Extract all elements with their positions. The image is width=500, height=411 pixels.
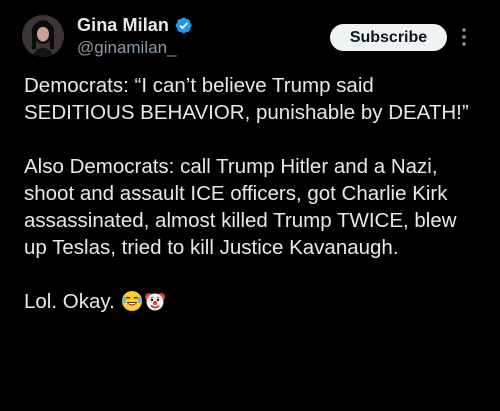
verified-badge-icon — [174, 16, 193, 35]
subscribe-button[interactable]: Subscribe — [330, 24, 447, 51]
vertical-ellipsis-icon[interactable] — [461, 27, 467, 47]
tweet-paragraph: Also Democrats: call Trump Hitler and a … — [24, 155, 463, 259]
tweet-paragraph-last: Lol. Okay. — [24, 288, 484, 315]
author-handle[interactable]: @ginamilan_ — [77, 38, 176, 58]
avatar-image — [22, 15, 64, 57]
tweet-closing-text: Lol. Okay. — [24, 290, 121, 313]
tweet-header: Gina Milan @ginamilan_ Subscribe — [0, 0, 500, 74]
author-name-row: Gina Milan — [77, 14, 193, 36]
tweet-text: Democrats: “I can’t believe Trump said S… — [24, 72, 484, 315]
tweet-paragraph: Democrats: “I can’t believe Trump said S… — [24, 74, 469, 124]
clown-face-emoji-icon — [144, 290, 166, 312]
author-display-name[interactable]: Gina Milan — [77, 15, 169, 36]
laughing-tears-emoji-icon — [121, 290, 143, 312]
avatar[interactable] — [22, 15, 64, 57]
